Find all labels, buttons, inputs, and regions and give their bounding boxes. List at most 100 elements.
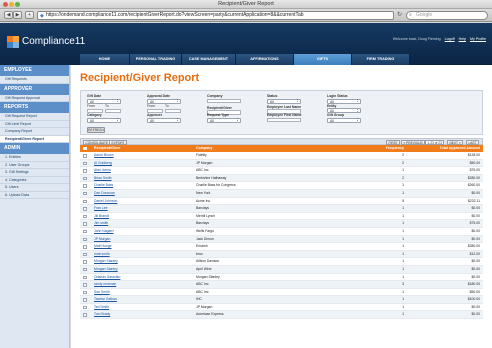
gift-group-select[interactable]: All [327, 117, 361, 123]
row-checkbox[interactable] [80, 213, 90, 220]
reload-icon[interactable]: ↻ [397, 11, 402, 18]
recipient-giver-link[interactable]: Tavelar Galban [90, 296, 196, 303]
tab-personal-trading[interactable]: PERSONAL TRADING [130, 54, 182, 65]
recipient-giver-link[interactable]: Charlie Bass [90, 182, 196, 189]
recipient-giver-link[interactable]: Brian Smith [90, 175, 196, 182]
recipient-giver-link[interactable]: Aaron Brown [90, 152, 196, 159]
my-profile-link[interactable]: My Profile [470, 37, 486, 41]
row-checkbox[interactable] [80, 160, 90, 167]
category-select[interactable]: All [87, 117, 121, 123]
status-select[interactable]: All [267, 98, 301, 104]
previous-page-button[interactable]: « PREVIOUS [401, 139, 426, 145]
row-checkbox[interactable] [80, 236, 90, 243]
sidebar-item-company-report[interactable]: Company Report [0, 128, 69, 136]
row-checkbox[interactable] [80, 152, 90, 159]
amount-cell: $128.00 [467, 153, 480, 157]
row-checkbox[interactable] [80, 190, 90, 197]
row-checkbox[interactable] [80, 175, 90, 182]
employee-first-name-input[interactable] [267, 117, 301, 122]
sidebar-item-gift-request-report[interactable]: Gift Request Report [0, 113, 69, 121]
recipient-giver-link[interactable]: Dan Donovan [90, 190, 196, 197]
sidebar-item-upload-data[interactable]: 6. Upload Data [0, 192, 69, 199]
row-checkbox[interactable] [80, 182, 90, 189]
tab-gifts[interactable]: GIFTS [294, 54, 352, 65]
row-checkbox[interactable] [80, 274, 90, 281]
amount-cell: $50.00 [469, 160, 480, 165]
sidebar-item-gift-settings[interactable]: 3. Gift Settings [0, 169, 69, 177]
recipient-giver-link[interactable]: JP Morgan [90, 236, 196, 243]
gift-date-select[interactable]: All [87, 98, 121, 104]
tab-affirmations[interactable]: AFFIRMATIONS [236, 54, 294, 65]
sidebar-item-gift-limit-report[interactable]: Gift Limit Report [0, 121, 69, 128]
table-row: Sue Smith ABC Inc. 1 $50.00 [80, 289, 483, 297]
tab-home[interactable]: HOME [80, 54, 130, 65]
address-bar[interactable]: ◆ https://ondemand.compliance11.com/reci… [37, 11, 394, 20]
recipient-giver-link[interactable]: Alan Jones [90, 167, 196, 174]
row-checkbox[interactable] [80, 228, 90, 235]
last-page-button[interactable]: LAST [466, 139, 479, 145]
recipient-giver-link[interactable]: matt smith [90, 251, 196, 258]
row-checkbox[interactable] [80, 220, 90, 227]
row-checkbox[interactable] [80, 205, 90, 212]
recipient-giver-link[interactable]: Morgan Stanley [90, 266, 196, 273]
recipient-giver-link[interactable]: Ted Smith [90, 304, 196, 311]
forward-button[interactable]: ▶ [13, 11, 22, 19]
sidebar-item-users[interactable]: 5. Users [0, 184, 69, 192]
column-company[interactable]: Company [196, 145, 366, 152]
consolidate-button[interactable]: CONSOLIDATE [83, 139, 111, 145]
logoff-link[interactable]: Logoff [445, 37, 455, 41]
recipient-giver-link[interactable]: Tom Brady [90, 311, 196, 318]
recipient-giver-link[interactable]: randy newman [90, 281, 196, 288]
column-total-approved-amount[interactable]: Total Approved Amount [406, 145, 483, 152]
recipient-giver-link[interactable]: Daniel Johnson [90, 198, 196, 205]
row-checkbox[interactable] [80, 289, 90, 296]
approver-select[interactable]: All [147, 117, 181, 123]
company-cell: New York [196, 190, 211, 195]
export-button[interactable]: EXPORT [109, 139, 128, 145]
row-checkbox[interactable] [80, 167, 90, 174]
recipient-giver-link[interactable]: Sue Smith [90, 289, 196, 296]
approval-date-select[interactable]: All [147, 98, 181, 104]
tab-case-management[interactable]: CASE MANAGEMENT [182, 54, 236, 65]
recipient-giver-link[interactable]: Morgan Stanley [90, 258, 196, 265]
sidebar-section-employee: EMPLOYEE [0, 65, 69, 76]
recipient-giver-link[interactable]: Matt Hooge [90, 243, 196, 250]
refresh-button[interactable]: REFRESH [87, 127, 105, 133]
company-input[interactable] [207, 98, 241, 103]
frequency-cell: 3 [402, 282, 404, 287]
sidebar-item-entities[interactable]: 1. Entities [0, 154, 69, 162]
recipient-giver-link[interactable]: Fran Lee [90, 205, 196, 212]
column-frequency[interactable]: Frequency [366, 145, 406, 152]
login-status-select[interactable]: All [327, 98, 361, 104]
employee-first-name-label: Employee First Name [267, 113, 302, 117]
recipient-giver-link[interactable]: Jim smith [90, 220, 196, 227]
column-recipient-giver[interactable]: Recipient/Giver [90, 145, 196, 152]
row-checkbox[interactable] [80, 258, 90, 265]
select-all-checkbox[interactable] [80, 145, 90, 152]
row-checkbox[interactable] [80, 304, 90, 311]
row-checkbox[interactable] [80, 311, 90, 318]
back-button[interactable]: ◀ [4, 11, 13, 19]
add-bookmark-button[interactable]: + [25, 11, 34, 19]
row-checkbox[interactable] [80, 251, 90, 258]
row-checkbox[interactable] [80, 198, 90, 205]
row-checkbox[interactable] [80, 281, 90, 288]
first-page-button[interactable]: FIRST [386, 139, 401, 145]
row-checkbox[interactable] [80, 296, 90, 303]
sidebar-item-categories[interactable]: 4. Categories [0, 177, 69, 184]
sidebar-item-gift-request-approval[interactable]: Gift Request Approval [0, 95, 69, 102]
browser-search-input[interactable]: ⌕ Google [406, 11, 488, 20]
row-checkbox[interactable] [80, 243, 90, 250]
help-link[interactable]: Help [459, 37, 466, 41]
row-checkbox[interactable] [80, 266, 90, 273]
request-type-select[interactable]: All [207, 117, 241, 123]
sidebar-item-recipient-giver-report[interactable]: Recipient/Giver Report [0, 135, 69, 143]
recipient-giver-link[interactable]: John Nagarrt [90, 228, 196, 235]
next-page-button[interactable]: NEXT » [447, 139, 464, 145]
sidebar-item-user-groups[interactable]: 2. User Groups [0, 162, 69, 169]
tab-firm-trading[interactable]: FIRM TRADING [352, 54, 410, 65]
recipient-giver-link[interactable]: Al Goldberg [90, 160, 196, 167]
recipient-giver-link[interactable]: Jill Brandt [90, 213, 196, 220]
sidebar-item-gift-requests[interactable]: Gift Requests [0, 76, 69, 84]
recipient-giver-link[interactable]: Orlando Saravitto [90, 274, 196, 281]
